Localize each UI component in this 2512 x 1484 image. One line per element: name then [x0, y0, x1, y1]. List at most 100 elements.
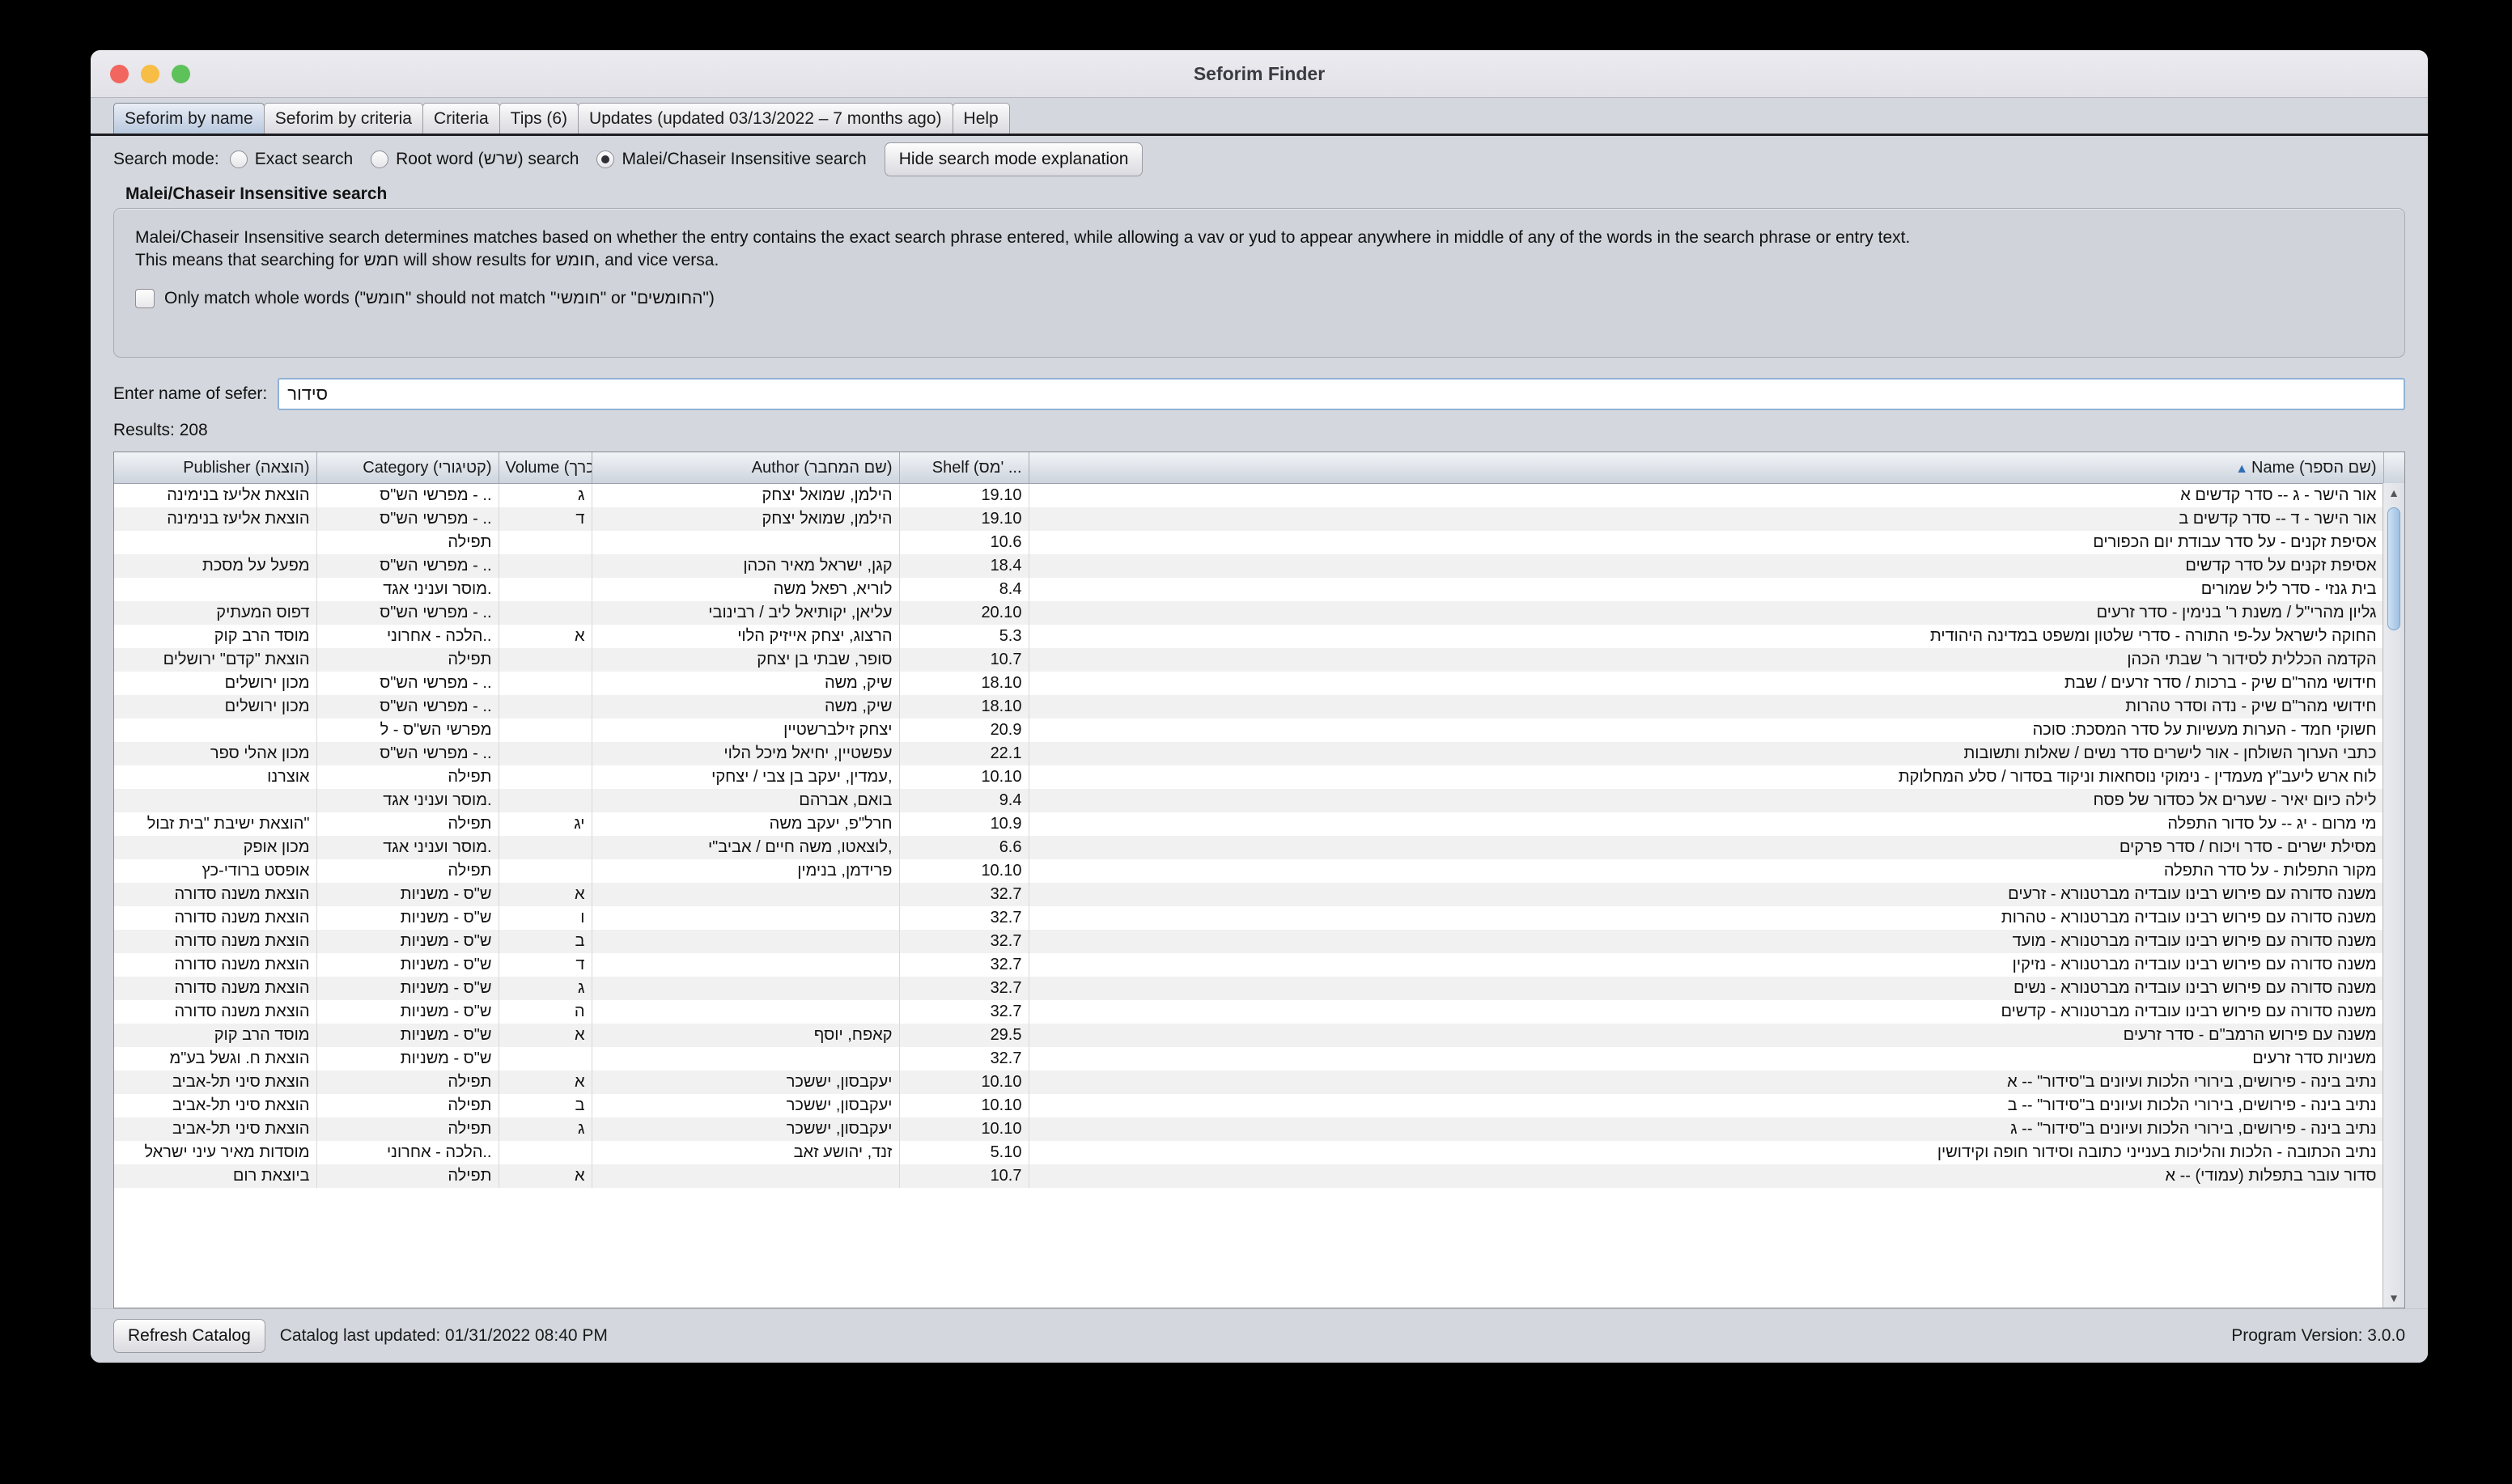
column-header-name[interactable]: ▲ Name (שם הספר)	[1029, 452, 2384, 484]
table-cell-shelf: 6.6	[899, 836, 1029, 859]
table-row[interactable]: תפילה 10.6 אסיפת זקנים - על סדר עבודת יום …	[114, 531, 2404, 554]
tab-help[interactable]: Help	[952, 102, 1010, 134]
table-cell-publisher: מכון אופק	[114, 836, 317, 859]
table-row[interactable]: דפוס המעתיק מפרשי הש"ס - .. עליאן, יקותיאל…	[114, 601, 2404, 625]
table-row[interactable]: הוצאת משנה סדורה ש"ס - משניות ד 32.7 משנה סד…	[114, 953, 2404, 977]
scroll-up-arrow-icon[interactable]: ▲	[2383, 483, 2404, 502]
table-cell-publisher	[114, 789, 317, 812]
table-row[interactable]: הוצאת אליעז בנימינה מפרשי הש"ס - .. ג הילמן…	[114, 483, 2404, 507]
column-header-shelf[interactable]: Shelf (מס' ...	[899, 452, 1029, 484]
tab-seforim-by-name[interactable]: Seforim by name	[113, 102, 265, 134]
search-mode-label: Search mode:	[113, 150, 219, 168]
column-header-author[interactable]: Author (שם המחבר)	[592, 452, 900, 484]
table-cell-category: מפרשי הש"ס - ..	[316, 695, 499, 719]
table-row[interactable]: הוצאת משנה סדורה ש"ס - משניות ו 32.7 משנה סד…	[114, 906, 2404, 930]
title-bar: Seforim Finder	[91, 50, 2428, 98]
table-cell-author: שיק, משה	[592, 695, 900, 719]
sort-ascending-icon: ▲	[2235, 461, 2249, 476]
column-header-volume[interactable]: Volume (כרך)	[499, 452, 592, 484]
table-row[interactable]: מפעל על מסכת מפרשי הש"ס - .. קגן, ישראל מא…	[114, 554, 2404, 578]
radio-root-word-search-label: Root word (שרש) search	[396, 150, 579, 168]
table-cell-name: אסיפת זקנים - על סדר עבודת יום הכפורים	[1029, 531, 2384, 554]
table-cell-name: נתיב הכתובה - הלכות והליכות בענייני כתוב…	[1029, 1141, 2384, 1164]
tab-tips[interactable]: Tips (6)	[499, 102, 579, 134]
table-cell-category: מוסר ועניני אגד.	[316, 789, 499, 812]
table-row[interactable]: מכון ירושלים מפרשי הש"ס - .. שיק, משה 18.10…	[114, 672, 2404, 695]
table-row[interactable]: מכון אהלי ספר מפרשי הש"ס - .. עפשטיין, יחי…	[114, 742, 2404, 765]
column-header-category[interactable]: Category (קטיגורי)	[316, 452, 499, 484]
table-cell-shelf: 10.7	[899, 648, 1029, 672]
table-row[interactable]: מוסר ועניני אגד. לוריא, רפאל משה 8.4 בית גנ…	[114, 578, 2404, 601]
table-row[interactable]: הוצאת ישיבת "בית זבול" תפילה יג חרל"פ, יעקב…	[114, 812, 2404, 836]
table-row[interactable]: אופסט ברודי-כץ תפילה פרידמן, בנימין 10.10 מק…	[114, 859, 2404, 883]
table-cell-shelf: 5.3	[899, 625, 1029, 648]
tab-updates[interactable]: Updates (updated 03/13/2022 – 7 months a…	[578, 102, 953, 134]
sefer-search-input[interactable]: סידור	[278, 378, 2405, 410]
table-cell-author: קאפח, יוסף	[592, 1024, 900, 1047]
table-cell-name: גליון מהרי"ל / משנת ר' בנימין - סדר זרעי…	[1029, 601, 2384, 625]
table-row[interactable]: הוצאת סיני תל-אביב תפילה ג יעקבסון, יששכר 10…	[114, 1117, 2404, 1141]
table-cell-author: יעקבסון, יששכר	[592, 1117, 900, 1141]
table-cell-category: ש"ס - משניות	[316, 883, 499, 906]
table-row[interactable]: הוצאת משנה סדורה ש"ס - משניות ה 32.7 משנה סד…	[114, 1000, 2404, 1024]
results-table-scroll-area[interactable]: Publisher (הוצאה) Category (קטיגורי) Vol…	[114, 452, 2404, 1308]
table-cell-name: משנה סדורה עם פירוש רבינו עובדיה מברטנור…	[1029, 953, 2384, 977]
app-window: Seforim Finder Seforim by name Seforim b…	[91, 50, 2428, 1363]
table-cell-shelf: 20.10	[899, 601, 1029, 625]
table-row[interactable]: הוצאת "קדם" ירושלים תפילה סופר, שבתי בן יצ…	[114, 648, 2404, 672]
table-row[interactable]: הוצאת סיני תל-אביב תפילה ב יעקבסון, יששכר 10…	[114, 1094, 2404, 1117]
table-cell-name: נתיב בינה - פירושים, בירורי הלכות ועיוני…	[1029, 1071, 2384, 1094]
table-row[interactable]: ביוצאת רום תפילה א 10.7 סדור עובר בתפלות (עמ…	[114, 1164, 2404, 1188]
table-cell-category: מפרשי הש"ס - ..	[316, 483, 499, 507]
table-cell-name: מסילת ישרים - סדר ויכוח / סדר פרקים	[1029, 836, 2384, 859]
results-table-body: הוצאת אליעז בנימינה מפרשי הש"ס - .. ג הילמן…	[114, 483, 2404, 1188]
explanation-title: Malei/Chaseir Insensitive search	[125, 184, 388, 203]
table-cell-category: מפרשי הש"ס - ..	[316, 601, 499, 625]
table-row[interactable]: הוצאת אליעז בנימינה מפרשי הש"ס - .. ד הילמן…	[114, 507, 2404, 531]
table-cell-shelf: 19.10	[899, 507, 1029, 531]
tab-criteria[interactable]: Criteria	[422, 102, 500, 134]
scrollbar-thumb[interactable]	[2387, 507, 2400, 630]
table-cell-publisher: הוצאת משנה סדורה	[114, 977, 317, 1000]
checkbox-icon[interactable]	[135, 289, 155, 309]
radio-malei-chaseir-search[interactable]: Malei/Chaseir Insensitive search	[596, 150, 867, 169]
whole-words-checkbox-row[interactable]: Only match whole words ("חומש" should no…	[135, 289, 2383, 309]
table-row[interactable]: מכון אופק מוסר ועניני אגד. לוצאטו, משה חיי…	[114, 836, 2404, 859]
radio-exact-search[interactable]: Exact search	[229, 150, 353, 169]
table-cell-author: בואם, אברהם	[592, 789, 900, 812]
table-row[interactable]: מוסד הרב קוק הלכה - אחרוני.. א הרצוג, יצחק …	[114, 625, 2404, 648]
hide-search-mode-explanation-button[interactable]: Hide search mode explanation	[884, 142, 1144, 176]
status-bar: Refresh Catalog Catalog last updated: 01…	[91, 1308, 2428, 1363]
scroll-down-arrow-icon[interactable]: ▼	[2383, 1288, 2404, 1308]
table-row[interactable]: מפרשי הש"ס - ל יצחק זילברשטיין 20.9 חשוקי ח…	[114, 719, 2404, 742]
vertical-scrollbar[interactable]: ▲ ▼	[2383, 483, 2404, 1308]
table-row[interactable]: הוצאת משנה סדורה ש"ס - משניות ג 32.7 משנה סד…	[114, 977, 2404, 1000]
column-header-publisher[interactable]: Publisher (הוצאה)	[114, 452, 317, 484]
table-cell-name: מי מרום - יג -- על סדור התפלה	[1029, 812, 2384, 836]
window-body: Seforim by name Seforim by criteria Crit…	[91, 98, 2428, 1363]
results-count: Results: 208	[113, 421, 208, 439]
table-cell-name: חידושי מהר"ם שיק - נדה וסדר טהרות	[1029, 695, 2384, 719]
table-row[interactable]: מוסד הרב קוק ש"ס - משניות א קאפח, יוסף 29.5 מ…	[114, 1024, 2404, 1047]
table-cell-volume	[499, 742, 592, 765]
table-cell-volume	[499, 1047, 592, 1071]
table-cell-author: הילמן, שמואל יצחק	[592, 483, 900, 507]
table-cell-category: תפילה	[316, 648, 499, 672]
radio-root-word-search[interactable]: Root word (שרש) search	[371, 150, 579, 169]
table-cell-author: הילמן, שמואל יצחק	[592, 507, 900, 531]
table-row[interactable]: אוצרנו תפילה עמדין, יעקב בן צבי / יצחקי, 10…	[114, 765, 2404, 789]
table-cell-author	[592, 930, 900, 953]
table-row[interactable]: מכון ירושלים מפרשי הש"ס - .. שיק, משה 18.10…	[114, 695, 2404, 719]
tab-seforim-by-criteria[interactable]: Seforim by criteria	[263, 102, 423, 134]
table-row[interactable]: הוצאת משנה סדורה ש"ס - משניות א 32.7 משנה סד…	[114, 883, 2404, 906]
table-row[interactable]: מוסר ועניני אגד. בואם, אברהם 9.4 לילה כיום …	[114, 789, 2404, 812]
table-cell-author: עליאן, יקותיאל ליב / רבינובי	[592, 601, 900, 625]
table-row[interactable]: הוצאת משנה סדורה ש"ס - משניות ב 32.7 משנה סד…	[114, 930, 2404, 953]
table-cell-volume: ב	[499, 930, 592, 953]
table-row[interactable]: הוצאת סיני תל-אביב תפילה א יעקבסון, יששכר 10…	[114, 1071, 2404, 1094]
table-row[interactable]: מוסדות מאיר עיני ישראל הלכה - אחרוני.. זנד…	[114, 1141, 2404, 1164]
table-cell-publisher: מוסד הרב קוק	[114, 625, 317, 648]
table-cell-name: משנה סדורה עם פירוש רבינו עובדיה מברטנור…	[1029, 906, 2384, 930]
refresh-catalog-button[interactable]: Refresh Catalog	[113, 1319, 265, 1353]
table-row[interactable]: הוצאת ח. וגשל בע"מ ש"ס - משניות 32.7 משניות…	[114, 1047, 2404, 1071]
